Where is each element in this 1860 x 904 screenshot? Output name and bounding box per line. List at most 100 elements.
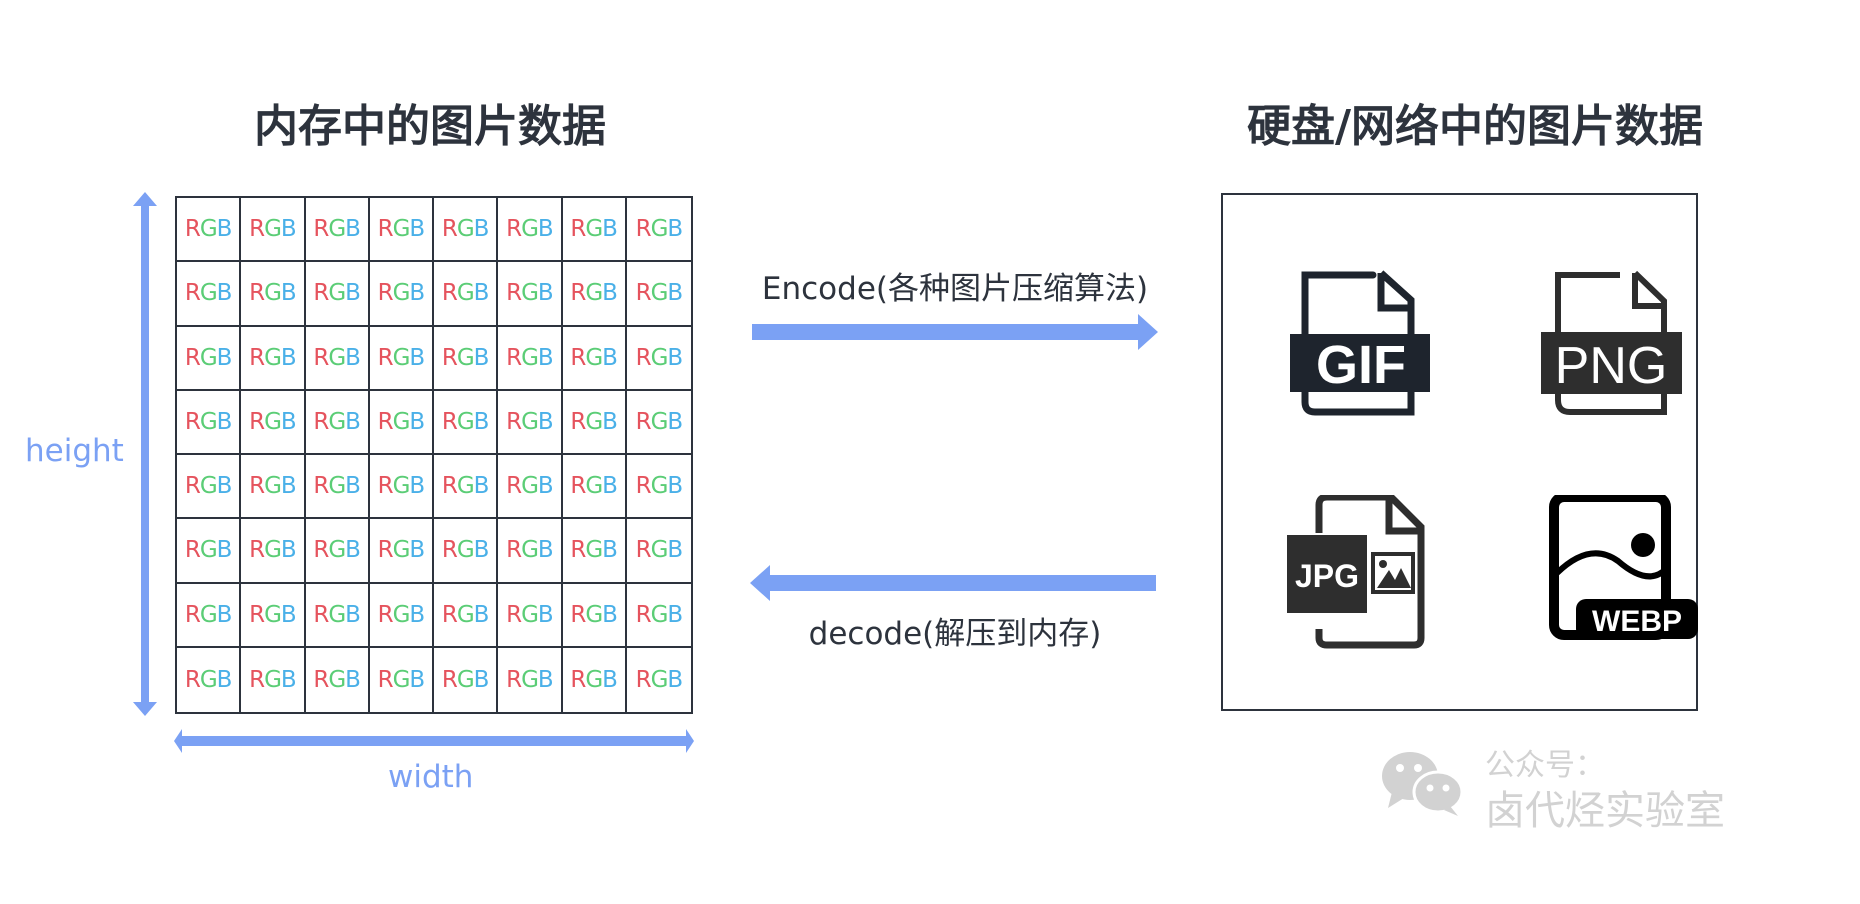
channel-g: G: [264, 473, 282, 500]
channel-g: G: [328, 601, 346, 628]
gif-file-icon: GIF: [1290, 270, 1430, 416]
channel-b: B: [473, 280, 490, 307]
channel-b: B: [409, 280, 425, 307]
channel-b: B: [602, 666, 618, 693]
channel-r: R: [570, 408, 586, 435]
pixel-cell: RGB: [434, 326, 499, 391]
channel-g: G: [392, 216, 411, 243]
channel-b: B: [537, 666, 554, 693]
channel-g: G: [328, 537, 346, 564]
channel-r: R: [377, 601, 394, 628]
channel-b: B: [667, 216, 683, 243]
webp-text: WEBP: [1592, 605, 1682, 638]
channel-g: G: [264, 537, 282, 564]
channel-b: B: [409, 408, 425, 435]
channel-r: R: [506, 344, 522, 371]
pixel-cell: RGB: [434, 262, 499, 327]
channel-g: G: [199, 280, 218, 307]
channel-g: G: [328, 280, 346, 307]
channel-r: R: [441, 408, 458, 435]
channel-b: B: [473, 666, 490, 693]
channel-b: B: [667, 408, 683, 435]
channel-b: B: [409, 216, 425, 243]
channel-r: R: [441, 344, 458, 371]
channel-r: R: [570, 601, 586, 628]
pixel-cell: RGB: [562, 455, 627, 520]
channel-g: G: [264, 216, 282, 243]
file-format-box: GIF PNG JPG WEBP: [1221, 193, 1698, 711]
channel-g: G: [521, 408, 539, 435]
pixel-cell: RGB: [498, 326, 563, 391]
pixel-cell: RGB: [562, 326, 627, 391]
channel-r: R: [184, 216, 201, 243]
channel-r: R: [249, 537, 265, 564]
channel-r: R: [184, 537, 201, 564]
channel-g: G: [199, 408, 218, 435]
channel-b: B: [473, 601, 490, 628]
channel-g: G: [199, 601, 218, 628]
channel-r: R: [635, 344, 652, 371]
pixel-cell: RGB: [626, 455, 691, 520]
channel-r: R: [377, 280, 394, 307]
channel-g: G: [392, 408, 411, 435]
channel-g: G: [650, 666, 669, 693]
channel-r: R: [184, 344, 201, 371]
channel-r: R: [313, 666, 329, 693]
channel-r: R: [249, 344, 265, 371]
channel-b: B: [216, 344, 233, 371]
channel-g: G: [521, 666, 539, 693]
channel-b: B: [280, 344, 297, 371]
channel-g: G: [456, 666, 475, 693]
channel-b: B: [602, 537, 618, 564]
channel-b: B: [409, 537, 425, 564]
channel-r: R: [506, 473, 522, 500]
pixel-cell: RGB: [563, 647, 627, 712]
watermark-line2: 卤代烃实验室: [1485, 788, 1725, 834]
channel-b: B: [409, 601, 425, 628]
pixel-cell: RGB: [241, 455, 306, 520]
jpg-text: JPG: [1295, 558, 1359, 594]
png-text: PNG: [1555, 337, 1668, 395]
channel-g: G: [521, 280, 539, 307]
channel-b: B: [602, 280, 618, 307]
pixel-cell: RGB: [626, 584, 691, 648]
storage-title: 硬盘/网络中的图片数据: [1246, 101, 1704, 152]
channel-g: G: [264, 280, 282, 307]
pixel-cell: RGB: [241, 262, 306, 327]
wechat-icon: [1382, 752, 1464, 816]
pixel-cell: RGB: [498, 519, 563, 584]
channel-r: R: [249, 666, 265, 693]
pixel-cell: RGB: [434, 455, 499, 520]
channel-g: G: [199, 666, 218, 693]
memory-title: 内存中的图片数据: [254, 101, 606, 152]
channel-g: G: [650, 601, 669, 628]
pixel-cell: RGB: [305, 583, 370, 648]
channel-r: R: [184, 601, 201, 628]
pixel-cell: RGB: [562, 198, 627, 263]
channel-b: B: [280, 280, 297, 307]
pixel-cell: RGB: [177, 198, 242, 263]
pixel-cell: RGB: [369, 519, 434, 584]
channel-r: R: [184, 473, 201, 500]
channel-g: G: [456, 344, 475, 371]
channel-b: B: [216, 280, 233, 307]
channel-r: R: [249, 216, 265, 243]
pixel-cell: RGB: [434, 647, 499, 712]
channel-r: R: [313, 280, 329, 307]
jpg-file-icon: JPG: [1287, 495, 1425, 649]
webp-file-icon: WEBP: [1549, 495, 1698, 640]
channel-b: B: [602, 473, 618, 500]
channel-g: G: [456, 280, 475, 307]
channel-g: G: [456, 601, 475, 628]
channel-r: R: [313, 408, 329, 435]
height-label: height: [25, 433, 124, 469]
channel-g: G: [264, 408, 282, 435]
channel-r: R: [249, 408, 265, 435]
pixel-cell: RGB: [241, 647, 306, 712]
channel-b: B: [537, 216, 554, 243]
channel-g: G: [650, 537, 669, 564]
pixel-cell: RGB: [626, 327, 691, 391]
channel-b: B: [280, 601, 297, 628]
channel-r: R: [441, 216, 458, 243]
pixel-cell: RGB: [370, 647, 434, 712]
